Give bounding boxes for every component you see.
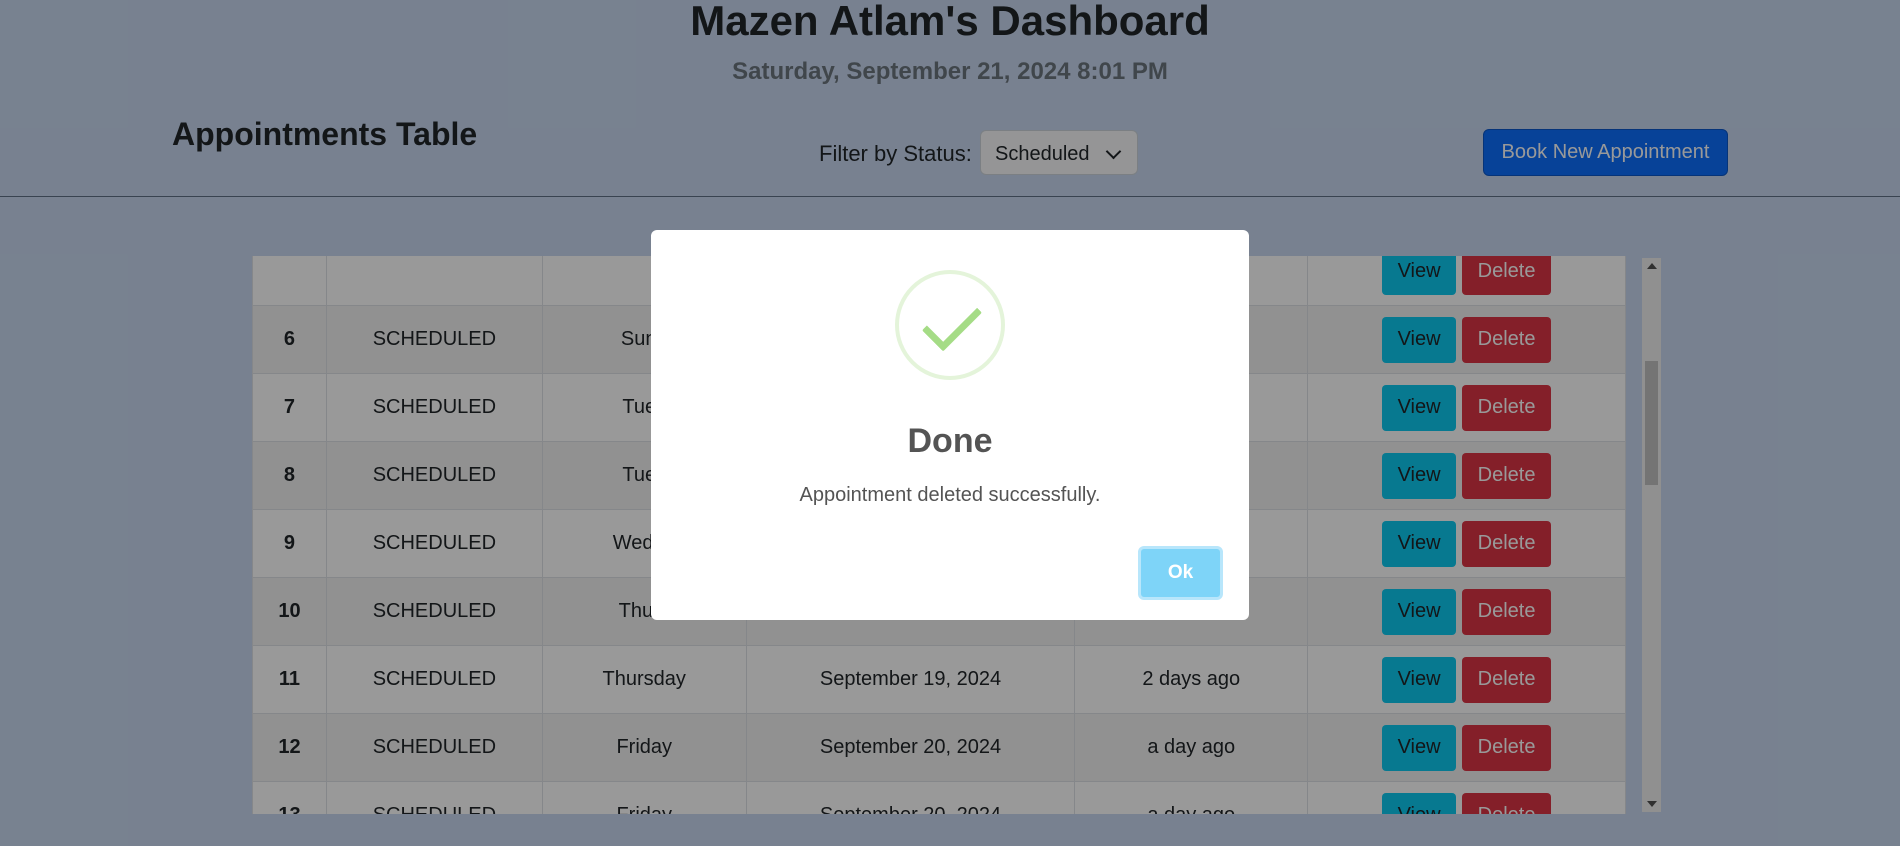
- success-check-icon: [895, 270, 1005, 380]
- ok-button[interactable]: Ok: [1138, 546, 1223, 600]
- check-icon: [921, 291, 983, 352]
- dialog-title: Done: [907, 422, 993, 460]
- success-dialog: Done Appointment deleted successfully. O…: [651, 230, 1249, 620]
- dialog-message: Appointment deleted successfully.: [799, 484, 1101, 506]
